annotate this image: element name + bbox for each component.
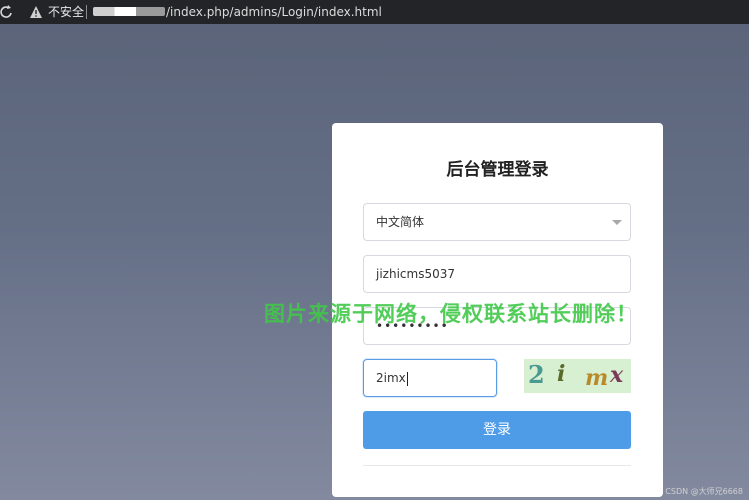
redacted-host — [93, 7, 165, 16]
page-title: 后台管理登录 — [446, 160, 549, 180]
credit-text: CSDN @大师兄6668 — [665, 487, 743, 496]
language-select-value: 中文简体 — [376, 215, 425, 229]
chevron-down-icon — [612, 220, 622, 225]
captcha-char: x — [610, 362, 624, 388]
username-value: jizhicms5037 — [376, 267, 455, 281]
text-cursor — [406, 371, 408, 386]
divider — [86, 5, 87, 19]
captcha-input-value: 2imx — [376, 371, 406, 385]
language-select[interactable]: 中文简体 — [363, 203, 631, 241]
captcha-image[interactable]: 2 i m x — [524, 359, 631, 393]
username-input[interactable]: jizhicms5037 — [363, 255, 631, 293]
reload-icon[interactable] — [0, 4, 14, 20]
captcha-char: i — [557, 361, 566, 387]
captcha-char: 2 — [528, 360, 545, 389]
captcha-input[interactable]: 2imx — [363, 359, 497, 397]
card-divider — [363, 465, 631, 466]
warning-icon — [30, 6, 42, 18]
url-text[interactable]: /index.php/admins/Login/index.html — [166, 4, 382, 20]
security-label[interactable]: 不安全 — [48, 4, 84, 20]
captcha-char: m — [585, 365, 609, 391]
login-button[interactable]: 登录 — [363, 411, 631, 449]
watermark-text: 图片来源于网络，侵权联系站长删除！ — [264, 302, 638, 326]
browser-address-bar: 不安全 /index.php/admins/Login/index.html — [0, 0, 749, 24]
